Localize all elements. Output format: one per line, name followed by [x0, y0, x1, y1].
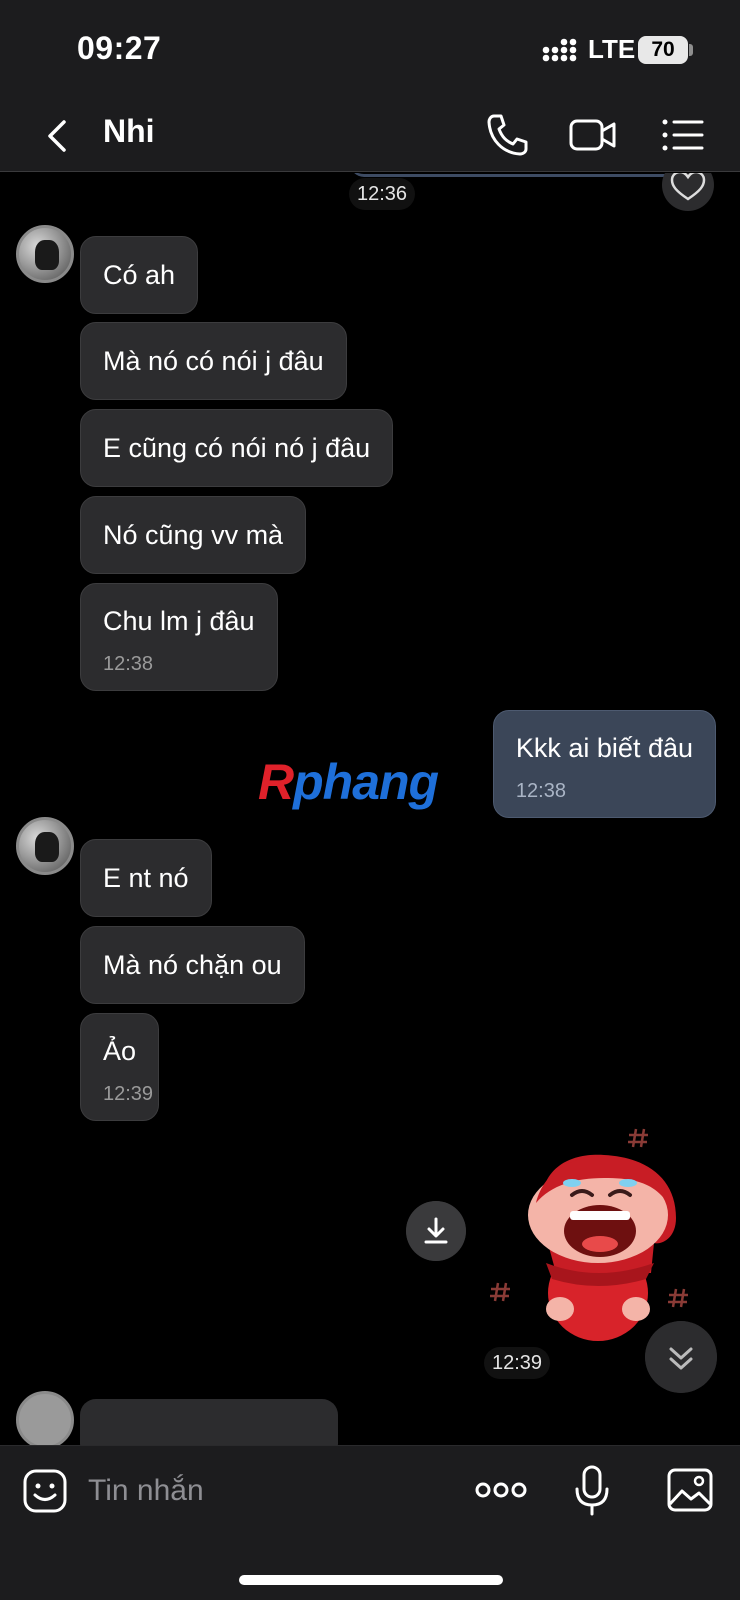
avatar[interactable] [16, 817, 74, 875]
back-icon[interactable] [38, 112, 78, 160]
home-indicator[interactable] [239, 1575, 503, 1585]
watermark-logo: Rphang [258, 754, 439, 810]
list-menu-icon[interactable] [658, 110, 708, 160]
heart-icon[interactable] [662, 173, 714, 211]
microphone-icon[interactable] [566, 1464, 618, 1516]
message-bubble[interactable]: Mà nó chặn ou [80, 926, 305, 1004]
time-divider: 12:36 [349, 178, 416, 210]
message-input-bar [0, 1445, 740, 1600]
message-input[interactable] [88, 1462, 448, 1520]
outgoing-message-bubble[interactable]: Kkk ai biết đâu 12:38 [492, 710, 716, 818]
status-bar: 09:27 LTE 70 [0, 0, 740, 100]
battery-tip [689, 44, 693, 56]
signal-icon [542, 38, 577, 62]
chevron-double-down-icon[interactable] [645, 1321, 717, 1393]
avatar[interactable] [16, 225, 74, 283]
image-icon[interactable] [666, 1464, 714, 1516]
message-bubble[interactable]: E cũng có nói nó j đâu [80, 409, 394, 487]
message-list[interactable]: 12:36 Có ah Mà nó có nói j đâu E cũng có… [0, 173, 740, 1445]
message-bubble[interactable]: E nt nó [80, 839, 212, 917]
laughing-sticker[interactable] [486, 1123, 700, 1343]
message-bubble[interactable]: Có ah [80, 236, 199, 314]
chat-header: Nhi [0, 100, 740, 172]
message-bubble[interactable]: Nó cũng vv mà [80, 496, 307, 574]
contact-name[interactable]: Nhi [103, 113, 155, 150]
emoji-icon[interactable] [22, 1468, 68, 1514]
message-bubble[interactable]: Ảo 12:39 [80, 1013, 160, 1121]
previous-message-edge [350, 173, 680, 177]
message-bubble[interactable]: Mà nó có nói j đâu [80, 322, 347, 400]
message-time: 12:39 [103, 1083, 154, 1105]
more-dots-icon[interactable] [474, 1464, 528, 1516]
sticker-time: 12:39 [484, 1347, 551, 1379]
download-icon[interactable] [406, 1201, 466, 1261]
video-camera-icon[interactable] [568, 110, 618, 160]
network-type: LTE [588, 34, 636, 64]
message-time: 12:38 [103, 653, 154, 675]
status-time: 09:27 [77, 30, 162, 66]
battery-level: 70 [638, 36, 688, 64]
phone-icon[interactable] [482, 110, 532, 160]
message-time: 12:38 [515, 780, 566, 802]
avatar[interactable] [16, 1391, 74, 1445]
message-bubble[interactable]: Chu lm j đâu 12:38 [80, 583, 278, 691]
message-bubble[interactable] [80, 1399, 338, 1445]
